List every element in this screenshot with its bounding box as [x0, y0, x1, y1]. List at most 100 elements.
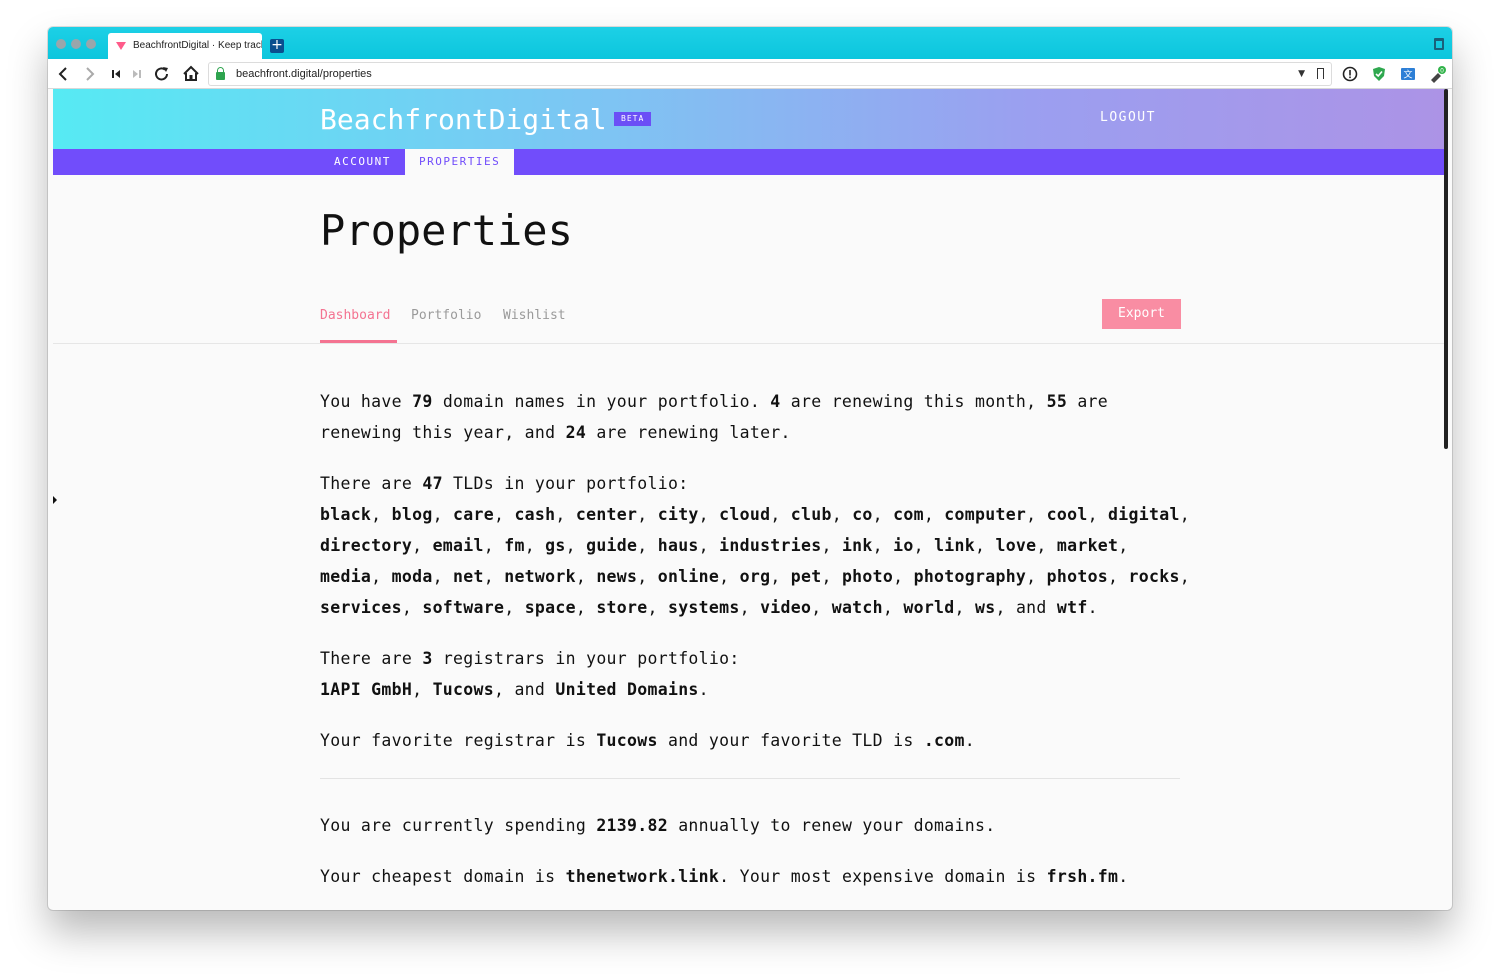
tld-item: blog [391, 505, 433, 524]
page-scrollbar[interactable] [1444, 89, 1448, 449]
tld-item: services [320, 598, 402, 617]
tld-item: online [657, 567, 720, 586]
maximize-window-button[interactable] [86, 39, 96, 49]
renewing-later-count: 24 [565, 423, 587, 442]
tab-account[interactable]: ACCOUNT [320, 149, 405, 175]
tld-item: com [893, 505, 924, 524]
info-icon[interactable] [1342, 66, 1358, 82]
chevron-down-icon[interactable]: ▼ [1298, 65, 1305, 83]
tab-title: BeachfrontDigital · Keep track of your d… [133, 40, 262, 51]
shield-icon[interactable] [1371, 66, 1387, 82]
cheapest-expensive-paragraph: Your cheapest domain is thenetwork.link.… [320, 867, 1129, 886]
favorite-registrar: Tucows [596, 731, 658, 750]
annual-spend: 2139.82 [596, 816, 668, 835]
bookmark-icon[interactable] [1317, 68, 1324, 79]
favorites-paragraph: Your favorite registrar is Tucows and yo… [320, 731, 975, 750]
minimize-window-button[interactable] [71, 39, 81, 49]
domain-count-paragraph: You have 79 domain names in your portfol… [320, 392, 1109, 442]
tld-item: market [1056, 536, 1119, 555]
tld-item: city [657, 505, 699, 524]
tab-bar: BeachfrontDigital · Keep track of your d… [48, 27, 1452, 59]
address-bar[interactable]: beachfront.digital/properties ▼ [208, 62, 1332, 86]
tld-list: black, blog, care, cash, center, city, c… [320, 505, 1190, 617]
back-icon[interactable] [54, 64, 72, 84]
reload-icon[interactable] [152, 64, 172, 84]
tld-item: co [852, 505, 873, 524]
favorite-tld: .com [923, 731, 965, 750]
tld-item: rocks [1128, 567, 1180, 586]
svg-text:文: 文 [1403, 69, 1412, 81]
lock-icon [216, 67, 225, 80]
tld-item: network [504, 567, 576, 586]
tld-count: 47 [422, 474, 443, 493]
cheapest-domain: thenetwork.link [565, 867, 720, 886]
subnav-portfolio[interactable]: Portfolio [411, 308, 481, 323]
site-header: BeachfrontDigital BETA LOGOUT [53, 89, 1448, 149]
new-tab-button[interactable]: + [270, 38, 284, 53]
brand-logo[interactable]: BeachfrontDigital [320, 103, 607, 136]
most-expensive-domain: frsh.fm [1046, 867, 1119, 886]
registrar-list: 1API GmbH, Tucows, and United Domains. [320, 680, 709, 699]
tld-item: software [422, 598, 505, 617]
tld-item: net [453, 567, 484, 586]
tld-item: digital [1108, 505, 1180, 524]
first-icon[interactable] [109, 64, 123, 84]
beta-badge: BETA [614, 112, 652, 126]
trash-icon[interactable] [1434, 38, 1444, 50]
page-title: Properties [320, 206, 573, 255]
registrar-item: Tucows [432, 680, 494, 699]
sidebar-toggle-icon[interactable] [53, 496, 57, 504]
close-window-button[interactable] [56, 39, 66, 49]
registrar-count: 3 [422, 649, 433, 668]
tld-item: org [739, 567, 771, 586]
last-icon[interactable] [130, 64, 144, 84]
subnav-dashboard[interactable]: Dashboard [320, 308, 390, 323]
registrar-item: 1API GmbH [320, 680, 413, 699]
tld-item: space [524, 598, 576, 617]
export-button[interactable]: Export [1102, 299, 1181, 329]
tld-item: photo [841, 567, 894, 586]
tld-item: ws [975, 598, 996, 617]
registrar-paragraph: There are 3 registrars in your portfolio… [320, 649, 740, 699]
tld-item: watch [831, 598, 883, 617]
tld-item: club [790, 505, 832, 524]
tld-item: gs [545, 536, 566, 555]
forward-icon[interactable] [81, 64, 99, 84]
tld-item: love [995, 536, 1037, 555]
browser-tab[interactable]: BeachfrontDigital · Keep track of your d… [108, 33, 262, 59]
extension-icon[interactable]: 0 [1429, 66, 1446, 83]
tld-item: io [893, 536, 914, 555]
tab-properties[interactable]: PROPERTIES [405, 149, 515, 175]
divider [53, 343, 1448, 344]
tld-item: news [596, 567, 638, 586]
home-icon[interactable] [181, 64, 201, 84]
section-divider [320, 778, 1180, 779]
logout-link[interactable]: LOGOUT [1100, 110, 1156, 125]
tld-item: moda [391, 567, 433, 586]
tld-item: photos [1046, 567, 1109, 586]
tld-item: fm [504, 536, 525, 555]
tld-item: world [903, 598, 955, 617]
tld-item: systems [667, 598, 740, 617]
tld-item: store [596, 598, 648, 617]
translate-icon[interactable]: 文 [1400, 66, 1416, 82]
browser-window: BeachfrontDigital · Keep track of your d… [48, 27, 1452, 910]
tld-item: cloud [719, 505, 771, 524]
dashboard-summary: You have 79 domain names in your portfol… [320, 386, 1200, 910]
tld-item: wtf [1056, 598, 1088, 617]
tld-item: pet [790, 567, 822, 586]
browser-toolbar: beachfront.digital/properties ▼ 文 0 [48, 59, 1452, 89]
tld-item: center [575, 505, 638, 524]
url-text[interactable]: beachfront.digital/properties [236, 63, 372, 85]
registrar-item: United Domains [555, 680, 699, 699]
domain-count: 79 [412, 392, 433, 411]
subnav-wishlist[interactable]: Wishlist [503, 308, 566, 323]
tld-item: video [760, 598, 812, 617]
tld-item: ink [841, 536, 873, 555]
main-nav: ACCOUNT PROPERTIES [53, 149, 1448, 175]
favicon-icon [116, 42, 126, 50]
tld-item: black [320, 505, 372, 524]
tld-item: industries [719, 536, 822, 555]
tld-item: email [432, 536, 484, 555]
tld-item: media [320, 567, 372, 586]
